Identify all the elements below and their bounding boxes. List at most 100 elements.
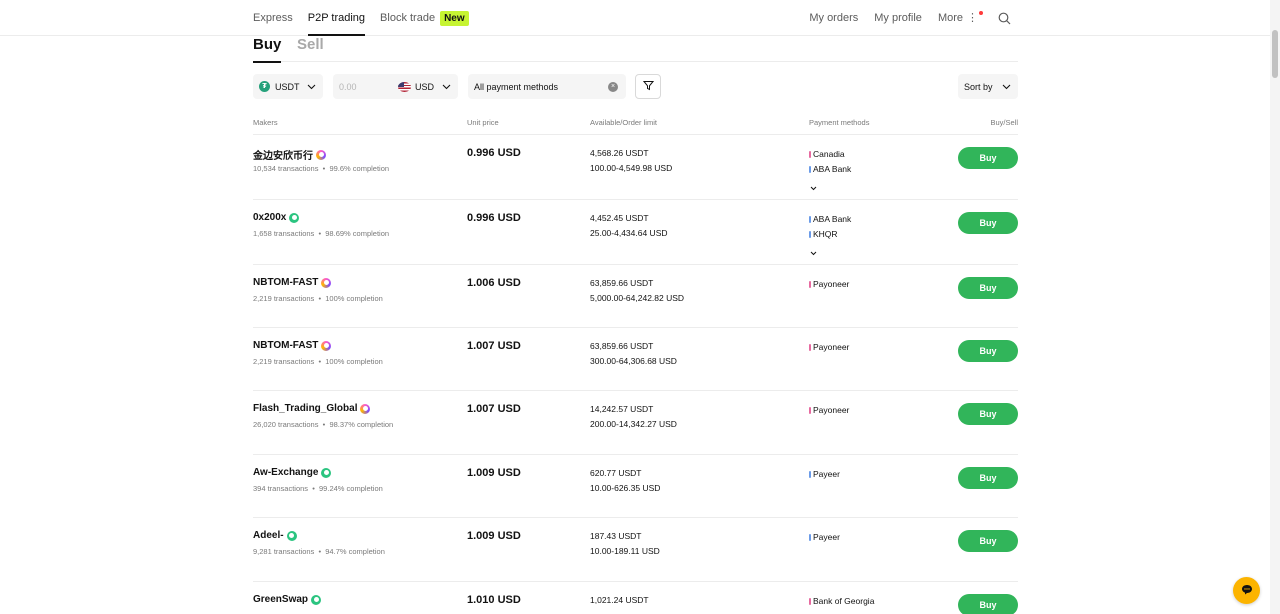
currency-select-value[interactable]: USD [415, 82, 434, 92]
notification-dot [979, 11, 983, 15]
maker-transactions: 1,658 transactions [253, 229, 315, 238]
maker-name-text: NBTOM-FAST [253, 340, 319, 351]
maker-name-text: NBTOM-FAST [253, 277, 319, 288]
available-amount: 4,452.45 USDT [590, 213, 649, 223]
table-row: Aw-Exchange 394 transactions • 99.24% com… [253, 454, 1018, 517]
maker-name[interactable]: NBTOM-FAST [253, 277, 332, 288]
maker-transactions: 26,020 transactions [253, 420, 319, 429]
maker-name[interactable]: Aw-Exchange [253, 467, 332, 478]
top-navigation: Express P2P trading Block trade New My o… [0, 0, 1270, 36]
maker-transactions: 2,219 transactions [253, 294, 315, 303]
maker-completion: 94.7% completion [325, 547, 385, 556]
maker-transactions: 2,219 transactions [253, 357, 315, 366]
maker-name-text: Adeel- [253, 530, 284, 541]
payment-method-tag: Payeer [809, 469, 840, 479]
buy-button[interactable]: Buy [958, 340, 1018, 362]
chat-button[interactable] [1233, 577, 1260, 604]
us-flag-icon [397, 81, 411, 92]
header-action: Buy/Sell [990, 118, 1018, 127]
maker-name[interactable]: 0x200x [253, 212, 300, 223]
maker-name-text: Aw-Exchange [253, 467, 319, 478]
payment-method-tag: Payoneer [809, 405, 849, 415]
maker-transactions: 9,281 transactions [253, 547, 315, 556]
maker-name-text: 0x200x [253, 212, 287, 223]
maker-name[interactable]: Flash_Trading_Global [253, 403, 371, 414]
nav-more[interactable]: More ⋮ [938, 0, 983, 36]
scrollbar-thumb[interactable] [1272, 30, 1278, 78]
verified-badge-icon [321, 467, 332, 478]
maker-name-text: GreenSwap [253, 594, 309, 605]
separator-dot: • [318, 164, 330, 173]
maker-completion: 100% completion [325, 294, 383, 303]
filter-button[interactable] [635, 74, 661, 99]
nav-my-profile[interactable]: My profile [874, 0, 922, 36]
table-row: 0x200x 1,658 transactions • 98.69% comple… [253, 199, 1018, 264]
unit-price: 1.010 USD [467, 594, 521, 606]
order-limit: 25.00-4,434.64 USD [590, 228, 668, 238]
kebab-icon: ⋮ [967, 11, 978, 24]
chevron-down-icon[interactable] [810, 178, 818, 191]
verified-badge-icon [311, 594, 322, 605]
maker-name[interactable]: GreenSwap [253, 594, 322, 605]
maker-stats: 26,020 transactions • 98.37% completion [253, 420, 393, 429]
buy-button[interactable]: Buy [958, 530, 1018, 552]
nav-block-trade[interactable]: Block trade New [380, 0, 469, 36]
amount-placeholder: 0.00 [339, 81, 357, 92]
verified-badge-icon [316, 149, 326, 160]
separator-dot: • [308, 484, 320, 493]
maker-completion: 100% completion [325, 357, 383, 366]
payment-method-select[interactable]: All payment methods × [468, 74, 626, 99]
buy-button[interactable]: Buy [958, 594, 1018, 614]
payment-method-tag: ABA Bank [809, 164, 851, 174]
unit-price: 1.009 USD [467, 530, 521, 542]
sort-select[interactable]: Sort by [958, 74, 1018, 99]
buy-button[interactable]: Buy [958, 212, 1018, 234]
order-limit: 10.00-189.11 USD [590, 546, 660, 556]
separator-dot: • [314, 547, 326, 556]
order-limit: 10.00-626.35 USD [590, 483, 661, 493]
page-scrollbar[interactable] [1270, 0, 1280, 614]
nav-p2p-trading[interactable]: P2P trading [307, 0, 366, 36]
filter-bar: ₮ USDT 0.00 USD All payment methods × So… [253, 74, 1018, 99]
maker-stats: 10,534 transactions • 99.6% completion [253, 164, 389, 173]
separator-dot: • [314, 229, 326, 238]
verified-badge-icon [321, 340, 332, 351]
clear-icon[interactable]: × [608, 81, 618, 92]
buy-button[interactable]: Buy [958, 277, 1018, 299]
verified-badge-icon [360, 403, 371, 414]
filter-icon [642, 80, 654, 93]
order-limit: 300.00-64,306.68 USD [590, 356, 677, 366]
maker-stats: 2,219 transactions • 100% completion [253, 294, 383, 303]
available-amount: 63,859.66 USDT [590, 341, 654, 351]
maker-stats: 2,219 transactions • 100% completion [253, 357, 383, 366]
usdt-coin-icon: ₮ [259, 81, 270, 92]
payment-method-value: All payment methods [474, 81, 559, 92]
separator-dot: • [314, 357, 326, 366]
maker-stats: 1,658 transactions • 98.69% completion [253, 229, 389, 238]
table-row: 金边安欣币行 10,534 transactions • 99.6% comple… [253, 134, 1018, 199]
coin-select[interactable]: ₮ USDT [253, 74, 323, 99]
tab-sell[interactable]: Sell [297, 36, 324, 62]
buy-button[interactable]: Buy [958, 403, 1018, 425]
header-payment: Payment methods [809, 118, 870, 127]
tab-buy[interactable]: Buy [253, 36, 282, 63]
maker-name[interactable]: 金边安欣币行 [253, 147, 326, 162]
nav-my-orders[interactable]: My orders [809, 0, 858, 36]
available-amount: 63,859.66 USDT [590, 278, 654, 288]
order-limit: 200.00-14,342.27 USD [590, 419, 677, 429]
maker-stats: 394 transactions • 99.24% completion [253, 484, 383, 493]
chevron-down-icon[interactable] [810, 243, 818, 256]
table-row: NBTOM-FAST 2,219 transactions • 100% comp… [253, 327, 1018, 390]
nav-express[interactable]: Express [253, 0, 293, 36]
buy-button[interactable]: Buy [958, 147, 1018, 169]
maker-name[interactable]: Adeel- [253, 530, 297, 541]
search-icon[interactable] [998, 10, 1014, 26]
table-header: Makers Unit price Available/Order limit … [253, 118, 1018, 134]
separator-dot: • [318, 420, 330, 429]
maker-transactions: 10,534 transactions [253, 164, 319, 173]
amount-input[interactable]: 0.00 USD [333, 74, 458, 99]
buy-button[interactable]: Buy [958, 467, 1018, 489]
available-amount: 620.77 USDT [590, 468, 642, 478]
payment-method-tag: KHQR [809, 229, 838, 239]
maker-name[interactable]: NBTOM-FAST [253, 340, 332, 351]
